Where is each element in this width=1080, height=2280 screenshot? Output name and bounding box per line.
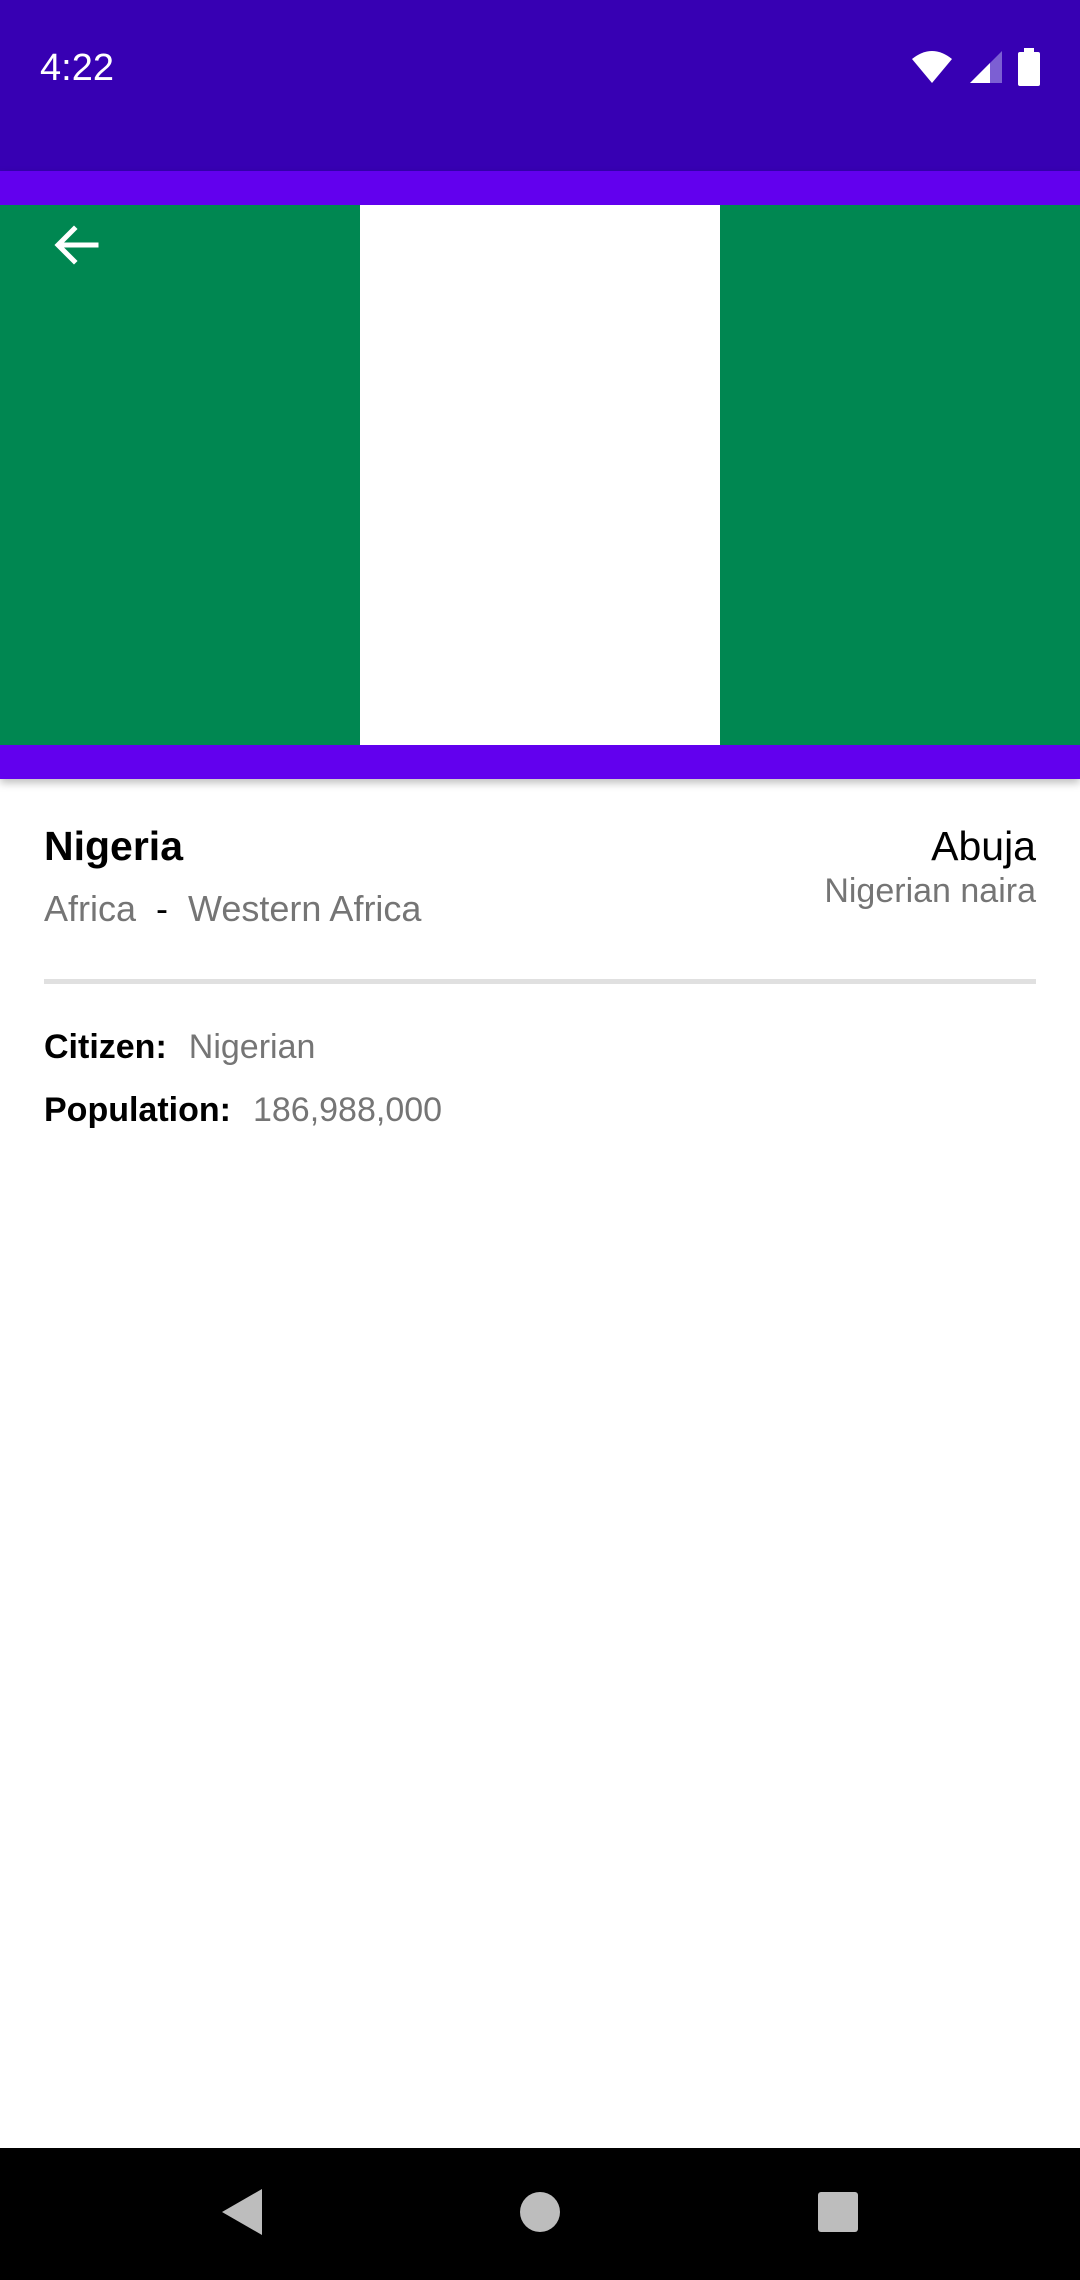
nav-recents-button[interactable] <box>810 2186 866 2242</box>
back-button[interactable] <box>40 211 112 283</box>
back-triangle-icon <box>220 2187 264 2242</box>
country-name: Nigeria <box>44 823 183 869</box>
cell-signal-icon <box>968 49 1004 85</box>
wifi-icon <box>910 49 954 85</box>
flag-stripe-left <box>0 205 360 745</box>
nav-home-button[interactable] <box>512 2186 568 2242</box>
flag-stripe-center <box>360 205 720 745</box>
flag-stripe-right <box>720 205 1080 745</box>
country-flag <box>0 205 1080 745</box>
nav-back-button[interactable] <box>214 2186 270 2242</box>
citizen-value: Nigerian <box>188 1028 316 1066</box>
status-time: 4:22 <box>40 47 114 89</box>
status-bar: 4:22 <box>0 0 1080 171</box>
status-icons <box>910 48 1040 86</box>
region-separator: - <box>156 888 169 929</box>
home-circle-icon <box>519 2191 561 2238</box>
navigation-bar <box>0 2148 1080 2280</box>
arrow-left-icon <box>52 221 100 274</box>
citizen-label: Citizen: <box>44 1028 167 1066</box>
region: Africa <box>44 888 137 929</box>
battery-icon <box>1018 48 1040 86</box>
population-row: Population: 186,988,000 <box>44 1088 442 1132</box>
population-value: 186,988,000 <box>252 1091 443 1129</box>
divider <box>44 979 1036 984</box>
app-bar <box>0 171 1080 779</box>
recents-square-icon <box>817 2191 859 2238</box>
capital: Abuja <box>931 823 1036 869</box>
population-label: Population: <box>44 1091 231 1129</box>
currency: Nigerian naira <box>824 872 1036 910</box>
subregion: Western Africa <box>188 888 422 929</box>
region-line: Africa - Western Africa <box>44 887 421 931</box>
citizen-row: Citizen: Nigerian <box>44 1025 315 1069</box>
